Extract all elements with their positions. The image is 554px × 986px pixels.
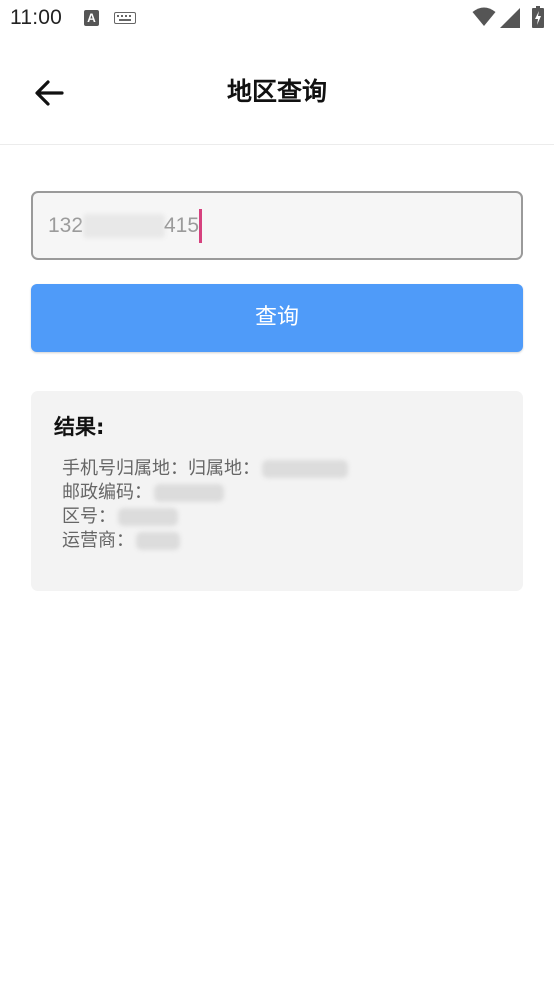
result-label: 运营商： <box>62 530 134 551</box>
query-button[interactable]: 查询 <box>31 284 523 352</box>
wifi-icon <box>472 7 496 26</box>
redacted-value <box>118 508 178 526</box>
phone-number-input[interactable]: 132 415 <box>31 191 523 260</box>
status-time: 11:00 <box>10 6 62 29</box>
result-line-postcode: 邮政编码： <box>62 481 348 505</box>
text-cursor <box>199 209 202 243</box>
phone-number-end: 415 <box>164 214 200 237</box>
result-card: 结果: 手机号归属地：归属地： 邮政编码： 区号： 运营商： <box>31 391 523 591</box>
battery-charging-icon <box>532 6 544 28</box>
status-bar: 11:00 A <box>0 0 554 38</box>
redacted-value <box>154 484 224 502</box>
result-label: 手机号归属地：归属地： <box>62 458 260 479</box>
keyboard-icon <box>114 12 136 24</box>
result-line-area-code: 区号： <box>62 505 348 529</box>
signal-icon <box>500 8 520 28</box>
redacted-phone-digits <box>83 214 165 238</box>
result-label: 邮政编码： <box>62 482 152 503</box>
redacted-value <box>262 460 348 478</box>
notification-icon: A <box>84 10 99 26</box>
phone-number-start: 132 <box>48 214 84 237</box>
result-line-carrier: 运营商： <box>62 529 348 553</box>
app-bar: 地区查询 <box>0 38 554 145</box>
page-title: 地区查询 <box>226 77 327 106</box>
result-label: 区号： <box>62 506 116 527</box>
result-title: 结果: <box>54 415 105 439</box>
result-line-location: 手机号归属地：归属地： <box>62 457 348 481</box>
redacted-value <box>136 532 180 550</box>
result-lines: 手机号归属地：归属地： 邮政编码： 区号： 运营商： <box>62 457 348 553</box>
